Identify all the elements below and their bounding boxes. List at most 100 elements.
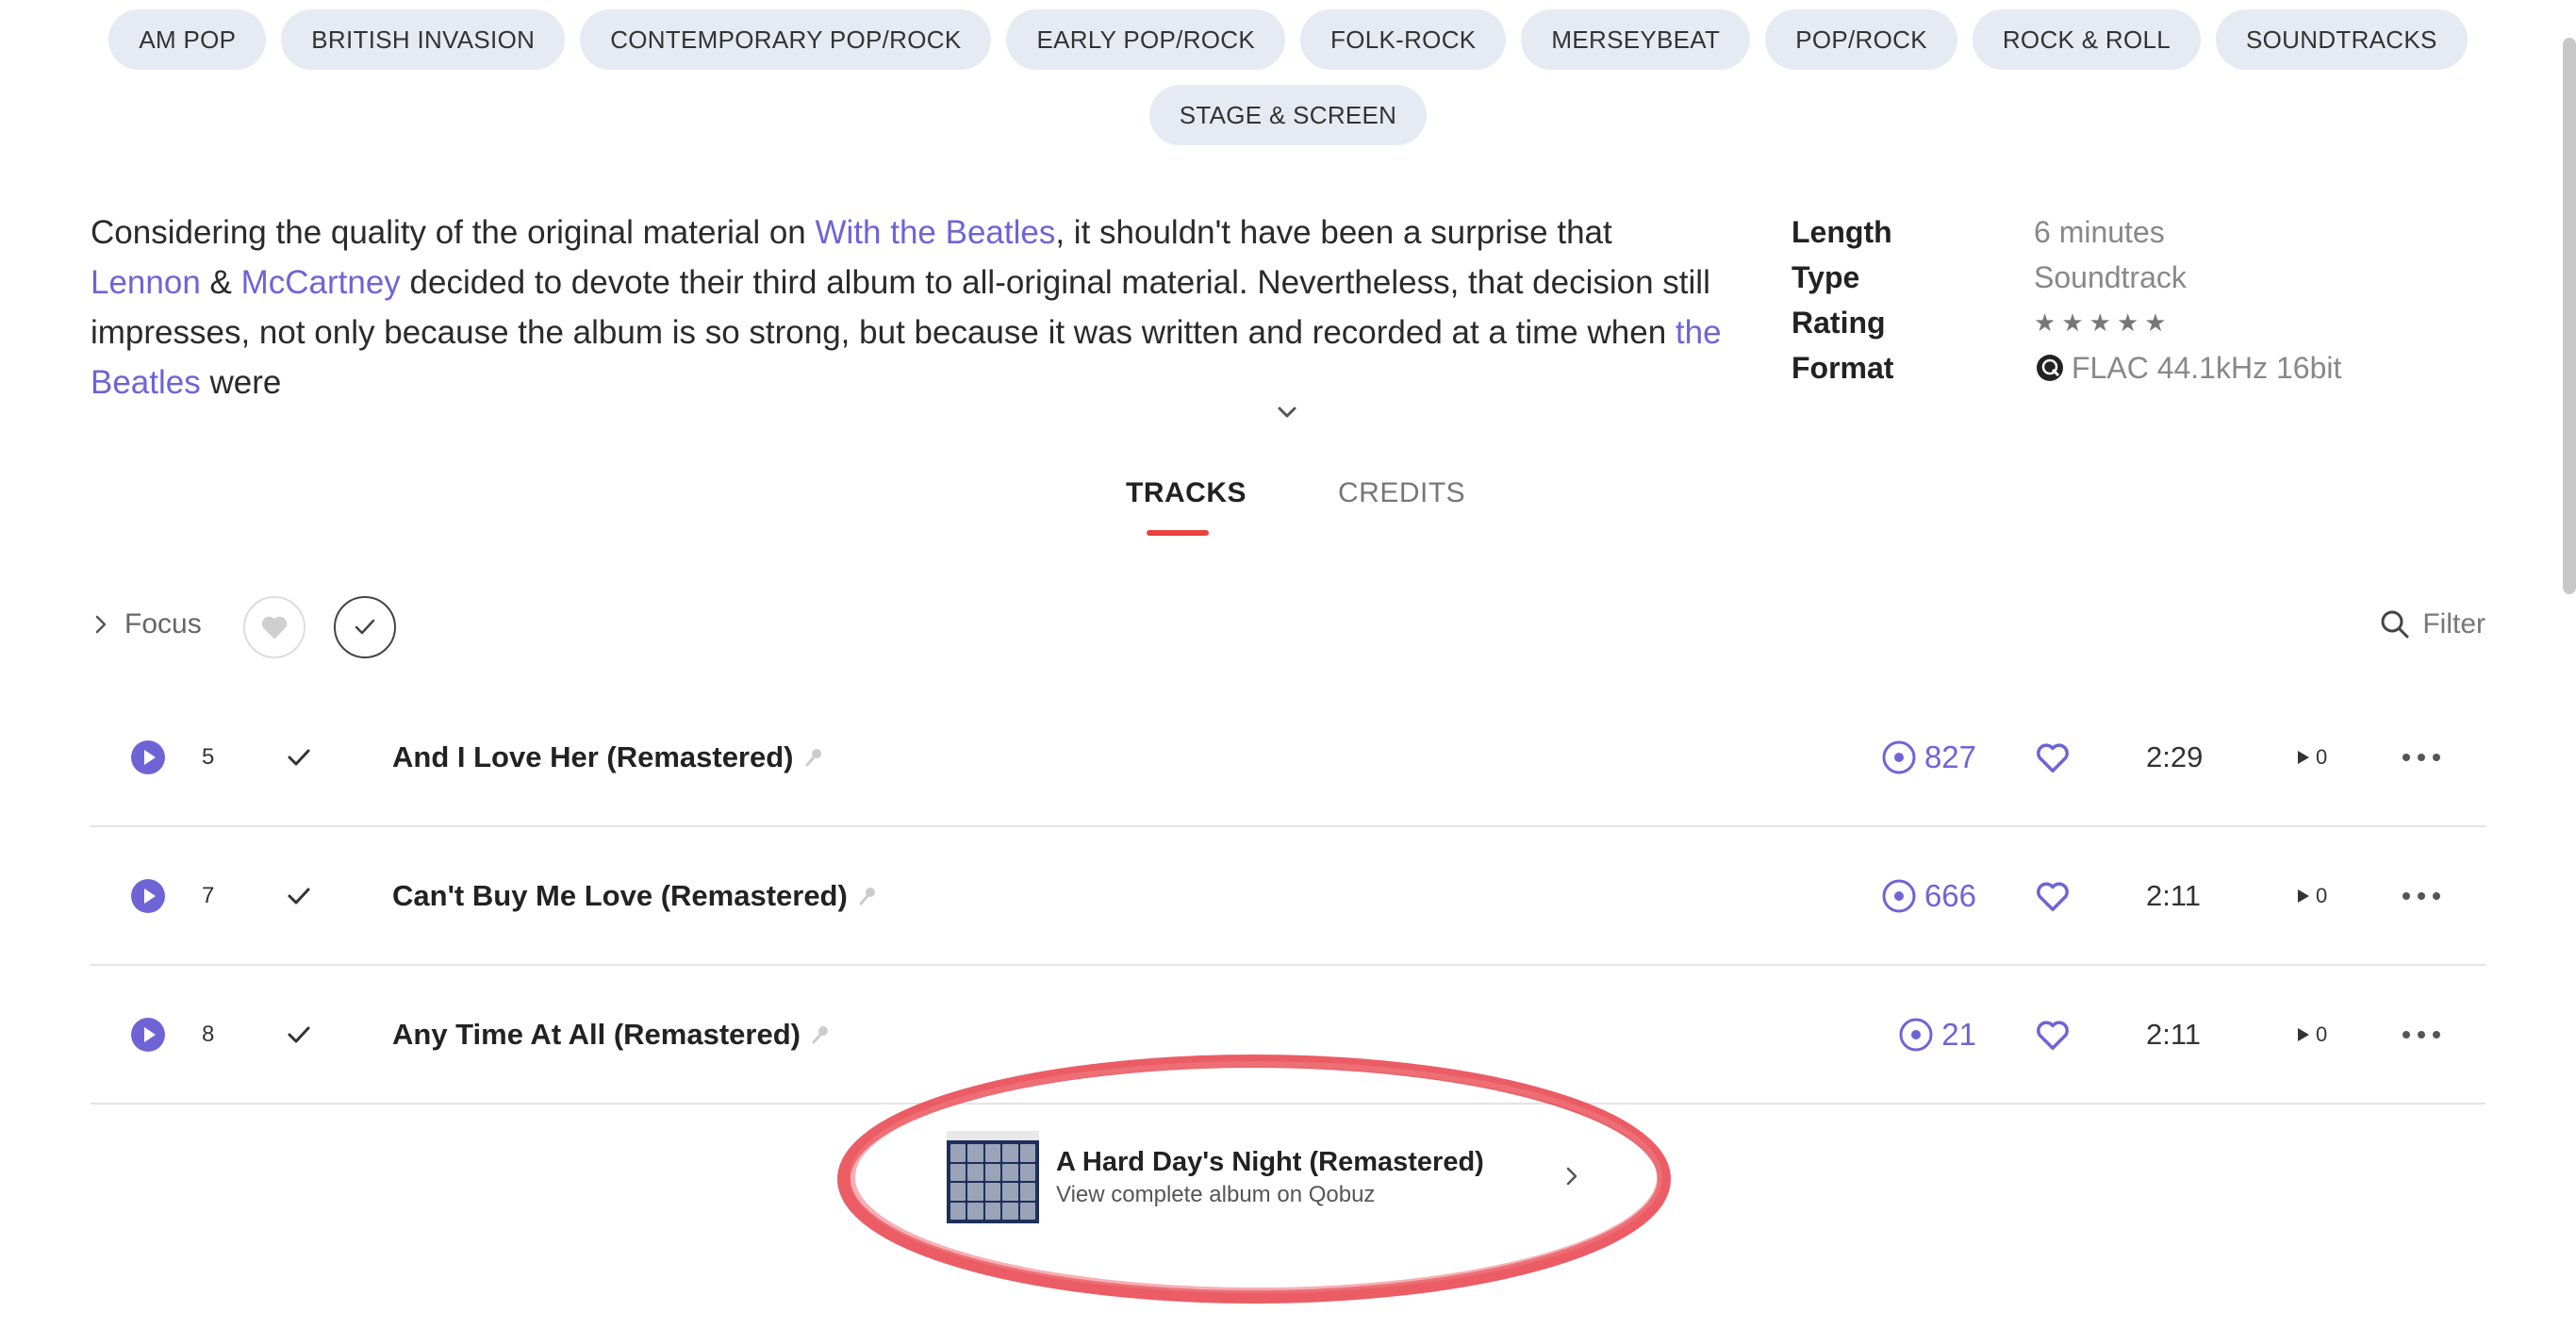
play-small-icon [2298, 750, 2309, 764]
genre-chip[interactable]: AM POP [108, 9, 267, 70]
popularity: 21 [1898, 1017, 1976, 1053]
track-duration: 2:11 [2146, 1017, 2202, 1051]
track-title-text: And I Love Her (Remastered) [392, 739, 794, 773]
microphone-icon [812, 1025, 828, 1043]
album-meta: Length 6 minutes Type Soundtrack Rating … [1792, 209, 2341, 390]
qobuz-logo-icon [2037, 355, 2063, 381]
popularity-icon [1882, 879, 1916, 912]
chevron-right-icon [1566, 1167, 1577, 1186]
description-text: were [200, 364, 282, 401]
format-text: FLAC 44.1kHz 16bit [2072, 351, 2342, 385]
album-description: Considering the quality of the original … [91, 208, 1731, 407]
focus-label: Focus [124, 608, 202, 640]
genre-chip[interactable]: CONTEMPORARY POP/ROCK [580, 9, 992, 70]
heart-icon[interactable] [2035, 1017, 2071, 1053]
track-row[interactable]: 7 Can't Buy Me Love (Remastered) 666 2:1… [91, 827, 2485, 966]
play-count: 0 [2295, 745, 2327, 770]
track-list: 5 And I Love Her (Remastered) 827 2:29 0… [91, 689, 2485, 1105]
meta-row-type: Type Soundtrack [1792, 255, 2341, 300]
description-link[interactable]: With the Beatles [816, 214, 1056, 251]
genre-chip[interactable]: EARLY POP/ROCK [1006, 9, 1286, 70]
meta-value: FLAC 44.1kHz 16bit [2034, 345, 2341, 390]
star-icon: ★ [2089, 308, 2111, 337]
track-row[interactable]: 8 Any Time At All (Remastered) 21 2:11 0 [91, 966, 2485, 1105]
play-count-text: 0 [2316, 744, 2328, 769]
genre-chip[interactable]: FOLK-ROCK [1300, 9, 1507, 70]
description-text: , it shouldn't have been a surprise that [1055, 214, 1612, 251]
star-icon: ★ [2034, 308, 2056, 337]
filter-label: Filter [2422, 608, 2485, 640]
meta-label: Type [1792, 260, 1860, 294]
track-duration: 2:11 [2146, 878, 2202, 912]
check-icon [288, 749, 310, 765]
track-number: 8 [202, 1021, 215, 1047]
tab-tracks[interactable]: TRACKS [1126, 477, 1247, 509]
play-count-text: 0 [2316, 883, 2328, 907]
heart-icon[interactable] [2035, 878, 2071, 914]
album-cover [947, 1131, 1039, 1223]
chevron-down-icon[interactable] [1273, 398, 1301, 426]
cover-header [947, 1131, 1039, 1140]
description-link[interactable]: Lennon [91, 264, 201, 301]
play-small-icon [2298, 889, 2309, 903]
microphone-icon [859, 887, 875, 905]
meta-label: Format [1792, 351, 1894, 385]
track-duration: 2:29 [2146, 739, 2204, 773]
play-count-text: 0 [2316, 1022, 2328, 1046]
track-title[interactable]: Can't Buy Me Love (Remastered) [392, 879, 880, 913]
meta-value: 6 minutes [2034, 215, 2165, 249]
play-small-icon [2298, 1027, 2309, 1041]
play-icon[interactable] [130, 1017, 166, 1053]
description-link[interactable]: McCartney [241, 264, 401, 301]
chevron-right-icon [95, 615, 107, 634]
more-options-icon[interactable] [2401, 1029, 2442, 1040]
meta-row-format: Format FLAC 44.1kHz 16bit [1792, 345, 2341, 390]
popularity-icon [1882, 740, 1916, 773]
check-icon [355, 619, 375, 635]
genre-chip[interactable]: SOUNDTRACKS [2216, 9, 2468, 70]
popularity: 666 [1881, 878, 1976, 914]
view-album-card[interactable]: A Hard Day's Night (Remastered) View com… [947, 1128, 1588, 1226]
popularity-icon [1899, 1018, 1933, 1051]
album-card-subtitle: View complete album on Qobuz [1056, 1181, 1376, 1207]
more-options-icon[interactable] [2401, 890, 2442, 902]
purchased-filter-button[interactable] [334, 596, 396, 658]
filter-button[interactable]: Filter [2379, 608, 2485, 640]
track-title[interactable]: Any Time At All (Remastered) [392, 1018, 833, 1052]
heart-icon[interactable] [2035, 739, 2071, 775]
tab-credits[interactable]: CREDITS [1338, 477, 1465, 509]
track-title-text: Can't Buy Me Love (Remastered) [392, 878, 848, 912]
description-text: & [200, 264, 241, 301]
check-icon [288, 888, 310, 904]
cover-grid [950, 1144, 1035, 1220]
popularity-count: 21 [1941, 1016, 1976, 1052]
star-icon: ★ [2061, 308, 2084, 337]
check-icon [288, 1026, 310, 1042]
scrollbar[interactable] [2563, 38, 2576, 594]
genre-chip[interactable]: STAGE & SCREEN [1148, 85, 1428, 145]
favorites-filter-button[interactable] [243, 596, 305, 658]
genre-chip[interactable]: BRITISH INVASION [281, 9, 566, 70]
track-row[interactable]: 5 And I Love Her (Remastered) 827 2:29 0 [91, 689, 2485, 827]
album-card-text: A Hard Day's Night (Remastered) View com… [1056, 1147, 1499, 1208]
rating-stars: ★ ★ ★ ★ ★ [2034, 300, 2167, 345]
play-icon[interactable] [130, 878, 166, 914]
microphone-icon [805, 748, 821, 766]
focus-toggle[interactable]: Focus [91, 608, 202, 640]
meta-row-length: Length 6 minutes [1792, 209, 2341, 255]
more-options-icon[interactable] [2401, 752, 2442, 763]
track-title[interactable]: And I Love Her (Remastered) [392, 740, 826, 774]
search-icon [2381, 610, 2409, 639]
album-card-title: A Hard Day's Night (Remastered) [1056, 1146, 1484, 1177]
genre-chip[interactable]: POP/ROCK [1765, 9, 1957, 70]
description-text: Considering the quality of the original … [91, 214, 816, 251]
genre-chip[interactable]: ROCK & ROLL [1972, 9, 2201, 70]
meta-row-rating: Rating ★ ★ ★ ★ ★ [1792, 300, 2341, 345]
meta-value: Soundtrack [2034, 260, 2187, 294]
play-icon[interactable] [130, 739, 166, 775]
popularity-count: 827 [1924, 739, 1976, 774]
track-number: 5 [202, 743, 215, 770]
popularity-count: 666 [1924, 877, 1976, 913]
genre-chip[interactable]: MERSEYBEAT [1521, 9, 1751, 70]
active-tab-indicator [1147, 530, 1209, 536]
